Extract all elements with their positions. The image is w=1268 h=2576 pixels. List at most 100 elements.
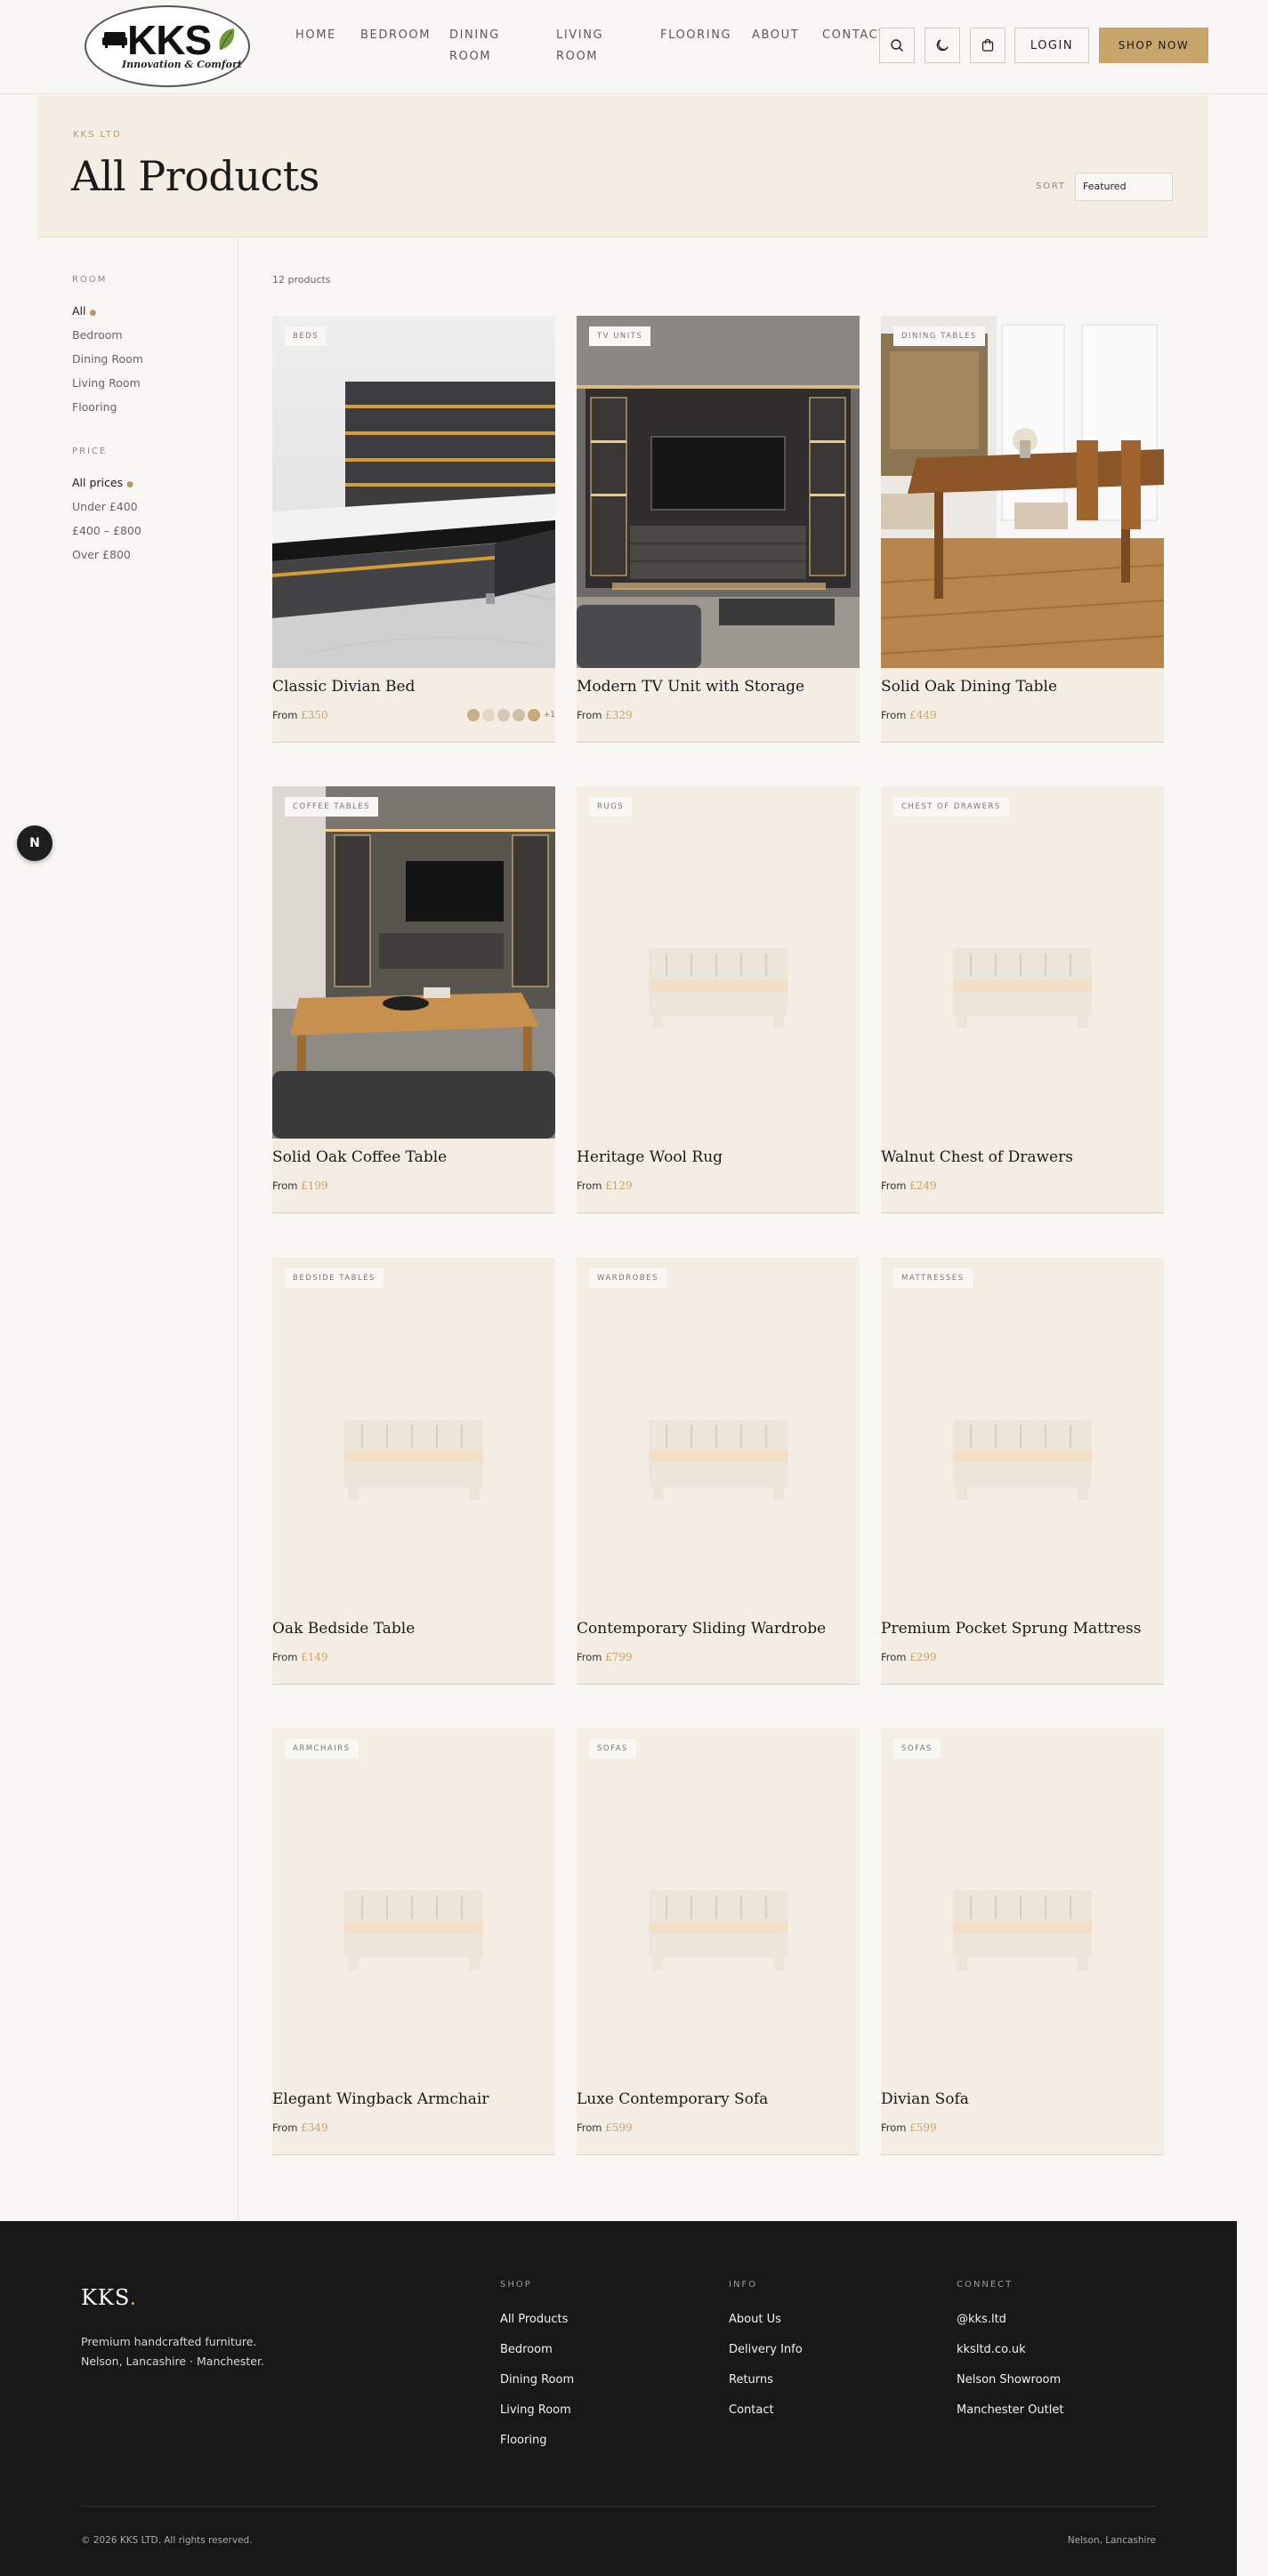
color-swatch[interactable] xyxy=(527,709,540,721)
footer-location: Nelson, Lancashire xyxy=(1067,2535,1156,2546)
footer-link-delivery[interactable]: Delivery Info xyxy=(729,2343,803,2356)
product-price: From £350 xyxy=(272,709,328,721)
product-price: From £329 xyxy=(577,709,633,721)
footer-link-contact[interactable]: Contact xyxy=(729,2403,774,2417)
product-price: From £599 xyxy=(577,2121,633,2134)
product-image[interactable] xyxy=(577,1728,860,2081)
nav-dining-room[interactable]: DINING ROOM xyxy=(449,25,500,68)
color-swatch[interactable] xyxy=(497,709,510,721)
sofa-icon xyxy=(102,32,127,48)
filter-price-over-800[interactable]: Over £800 xyxy=(72,548,131,561)
category-badge: TV UNITS xyxy=(589,326,651,346)
product-name[interactable]: Elegant Wingback Armchair xyxy=(272,2090,489,2108)
product-name[interactable]: Contemporary Sliding Wardrobe xyxy=(577,1620,826,1638)
product-image[interactable] xyxy=(881,316,1164,668)
filter-price-all[interactable]: All prices ● xyxy=(72,476,133,489)
color-swatch[interactable] xyxy=(466,709,480,721)
product-name[interactable]: Luxe Contemporary Sofa xyxy=(577,2090,768,2108)
more-swatches-count: +1 xyxy=(543,711,555,720)
sort-label: SORT xyxy=(1036,181,1066,191)
theme-toggle-button[interactable] xyxy=(925,28,960,63)
product-card[interactable]: TV UNITS Modern TV Unit with Storage From … xyxy=(577,316,860,743)
product-image[interactable] xyxy=(272,316,555,668)
nav-contact[interactable]: CONTACT xyxy=(822,25,887,46)
color-swatch[interactable] xyxy=(512,709,525,721)
product-image[interactable] xyxy=(881,1258,1164,1610)
filter-room-bedroom[interactable]: Bedroom xyxy=(72,328,123,342)
nav-living-room[interactable]: LIVING ROOM xyxy=(556,25,603,68)
color-swatch[interactable] xyxy=(481,709,495,721)
product-name[interactable]: Heritage Wool Rug xyxy=(577,1148,723,1166)
floating-action-button[interactable]: N xyxy=(17,825,52,861)
product-card[interactable]: COFFEE TABLES Solid Oak Coffee Table From … xyxy=(272,786,555,1213)
product-card[interactable]: CHEST OF DRAWERS Walnut Chest of Drawers F… xyxy=(881,786,1164,1213)
login-button[interactable]: LOGIN xyxy=(1014,28,1089,63)
shop-now-button[interactable]: SHOP NOW xyxy=(1099,28,1208,63)
filter-room-all[interactable]: All ● xyxy=(72,304,96,318)
filter-room-dining[interactable]: Dining Room xyxy=(72,352,143,366)
search-icon xyxy=(891,39,903,52)
product-image[interactable] xyxy=(881,786,1164,1139)
nav-about[interactable]: ABOUT xyxy=(752,25,799,46)
product-name[interactable]: Solid Oak Dining Table xyxy=(881,678,1057,696)
product-card[interactable]: MATTRESSES Premium Pocket Sprung Mattress… xyxy=(881,1258,1164,1685)
product-price: From £599 xyxy=(881,2121,937,2134)
nav-flooring[interactable]: FLOORING xyxy=(660,25,731,46)
product-card[interactable]: WARDROBES Contemporary Sliding Wardrobe Fr… xyxy=(577,1258,860,1685)
active-dot: ● xyxy=(126,480,133,489)
product-name[interactable]: Modern TV Unit with Storage xyxy=(577,678,804,696)
nav-bedroom[interactable]: BEDROOM xyxy=(360,25,431,46)
product-name[interactable]: Solid Oak Coffee Table xyxy=(272,1148,447,1166)
product-image[interactable] xyxy=(272,786,555,1139)
product-image[interactable] xyxy=(577,1258,860,1610)
moon-icon xyxy=(936,39,949,52)
price-filter-heading: PRICE xyxy=(72,447,108,456)
product-card[interactable]: SOFAS Luxe Contemporary Sofa From £599 xyxy=(577,1728,860,2155)
footer-link-nelson-showroom[interactable]: Nelson Showroom xyxy=(957,2373,1061,2387)
product-image[interactable] xyxy=(272,1258,555,1610)
product-image[interactable] xyxy=(577,316,860,668)
footer-link-instagram[interactable]: @kks.ltd xyxy=(957,2313,1006,2326)
product-card[interactable]: BEDSIDE TABLES Oak Bedside Table From £149 xyxy=(272,1258,555,1685)
brand-logo[interactable]: KKS Innovation & Comfort xyxy=(85,5,250,87)
category-badge: BEDS xyxy=(285,326,327,346)
product-card[interactable]: BEDS Classic Divian Bed From £350 +1 xyxy=(272,316,555,743)
product-card[interactable]: ARMCHAIRS Elegant Wingback Armchair From £… xyxy=(272,1728,555,2155)
sort-select[interactable]: Featured xyxy=(1075,173,1173,201)
product-image[interactable] xyxy=(272,1728,555,2081)
footer-link-all-products[interactable]: All Products xyxy=(500,2313,568,2326)
cart-button[interactable] xyxy=(970,28,1006,63)
filter-room-living[interactable]: Living Room xyxy=(72,376,141,390)
footer-link-returns[interactable]: Returns xyxy=(729,2373,773,2387)
footer-link-about[interactable]: About Us xyxy=(729,2313,781,2326)
product-name[interactable]: Classic Divian Bed xyxy=(272,678,415,696)
filter-sidebar: ROOM All ● Bedroom Dining Room Living Roo… xyxy=(0,238,238,2222)
leaf-icon xyxy=(219,28,235,51)
filter-room-flooring[interactable]: Flooring xyxy=(72,400,117,414)
footer-description: Premium handcrafted furniture. Nelson, L… xyxy=(81,2335,264,2368)
product-price: From £799 xyxy=(577,1651,633,1663)
product-name[interactable]: Divian Sofa xyxy=(881,2090,969,2108)
product-card[interactable]: RUGS Heritage Wool Rug From £129 xyxy=(577,786,860,1213)
product-name[interactable]: Walnut Chest of Drawers xyxy=(881,1148,1073,1166)
search-button[interactable] xyxy=(879,28,915,63)
footer-link-living-room[interactable]: Living Room xyxy=(500,2403,571,2417)
footer-divider xyxy=(81,2506,1156,2507)
footer-logo[interactable]: KKS. xyxy=(81,2285,137,2310)
product-image[interactable] xyxy=(881,1728,1164,2081)
footer-link-manchester-outlet[interactable]: Manchester Outlet xyxy=(957,2403,1063,2417)
filter-price-400-800[interactable]: £400 – £800 xyxy=(72,524,141,537)
footer-link-flooring[interactable]: Flooring xyxy=(500,2434,546,2447)
product-name[interactable]: Premium Pocket Sprung Mattress xyxy=(881,1620,1141,1638)
footer-copyright: © 2026 KKS LTD. All rights reserved. xyxy=(81,2535,253,2546)
page-title: All Products xyxy=(71,152,319,200)
footer-link-website[interactable]: kksltd.co.uk xyxy=(957,2343,1026,2356)
product-card[interactable]: DINING TABLES Solid Oak Dining Table From … xyxy=(881,316,1164,743)
nav-home[interactable]: HOME xyxy=(295,25,336,46)
product-name[interactable]: Oak Bedside Table xyxy=(272,1620,415,1638)
footer-link-bedroom[interactable]: Bedroom xyxy=(500,2343,553,2356)
product-image[interactable] xyxy=(577,786,860,1139)
filter-price-under-400[interactable]: Under £400 xyxy=(72,500,138,513)
footer-link-dining-room[interactable]: Dining Room xyxy=(500,2373,574,2387)
product-card[interactable]: SOFAS Divian Sofa From £599 xyxy=(881,1728,1164,2155)
